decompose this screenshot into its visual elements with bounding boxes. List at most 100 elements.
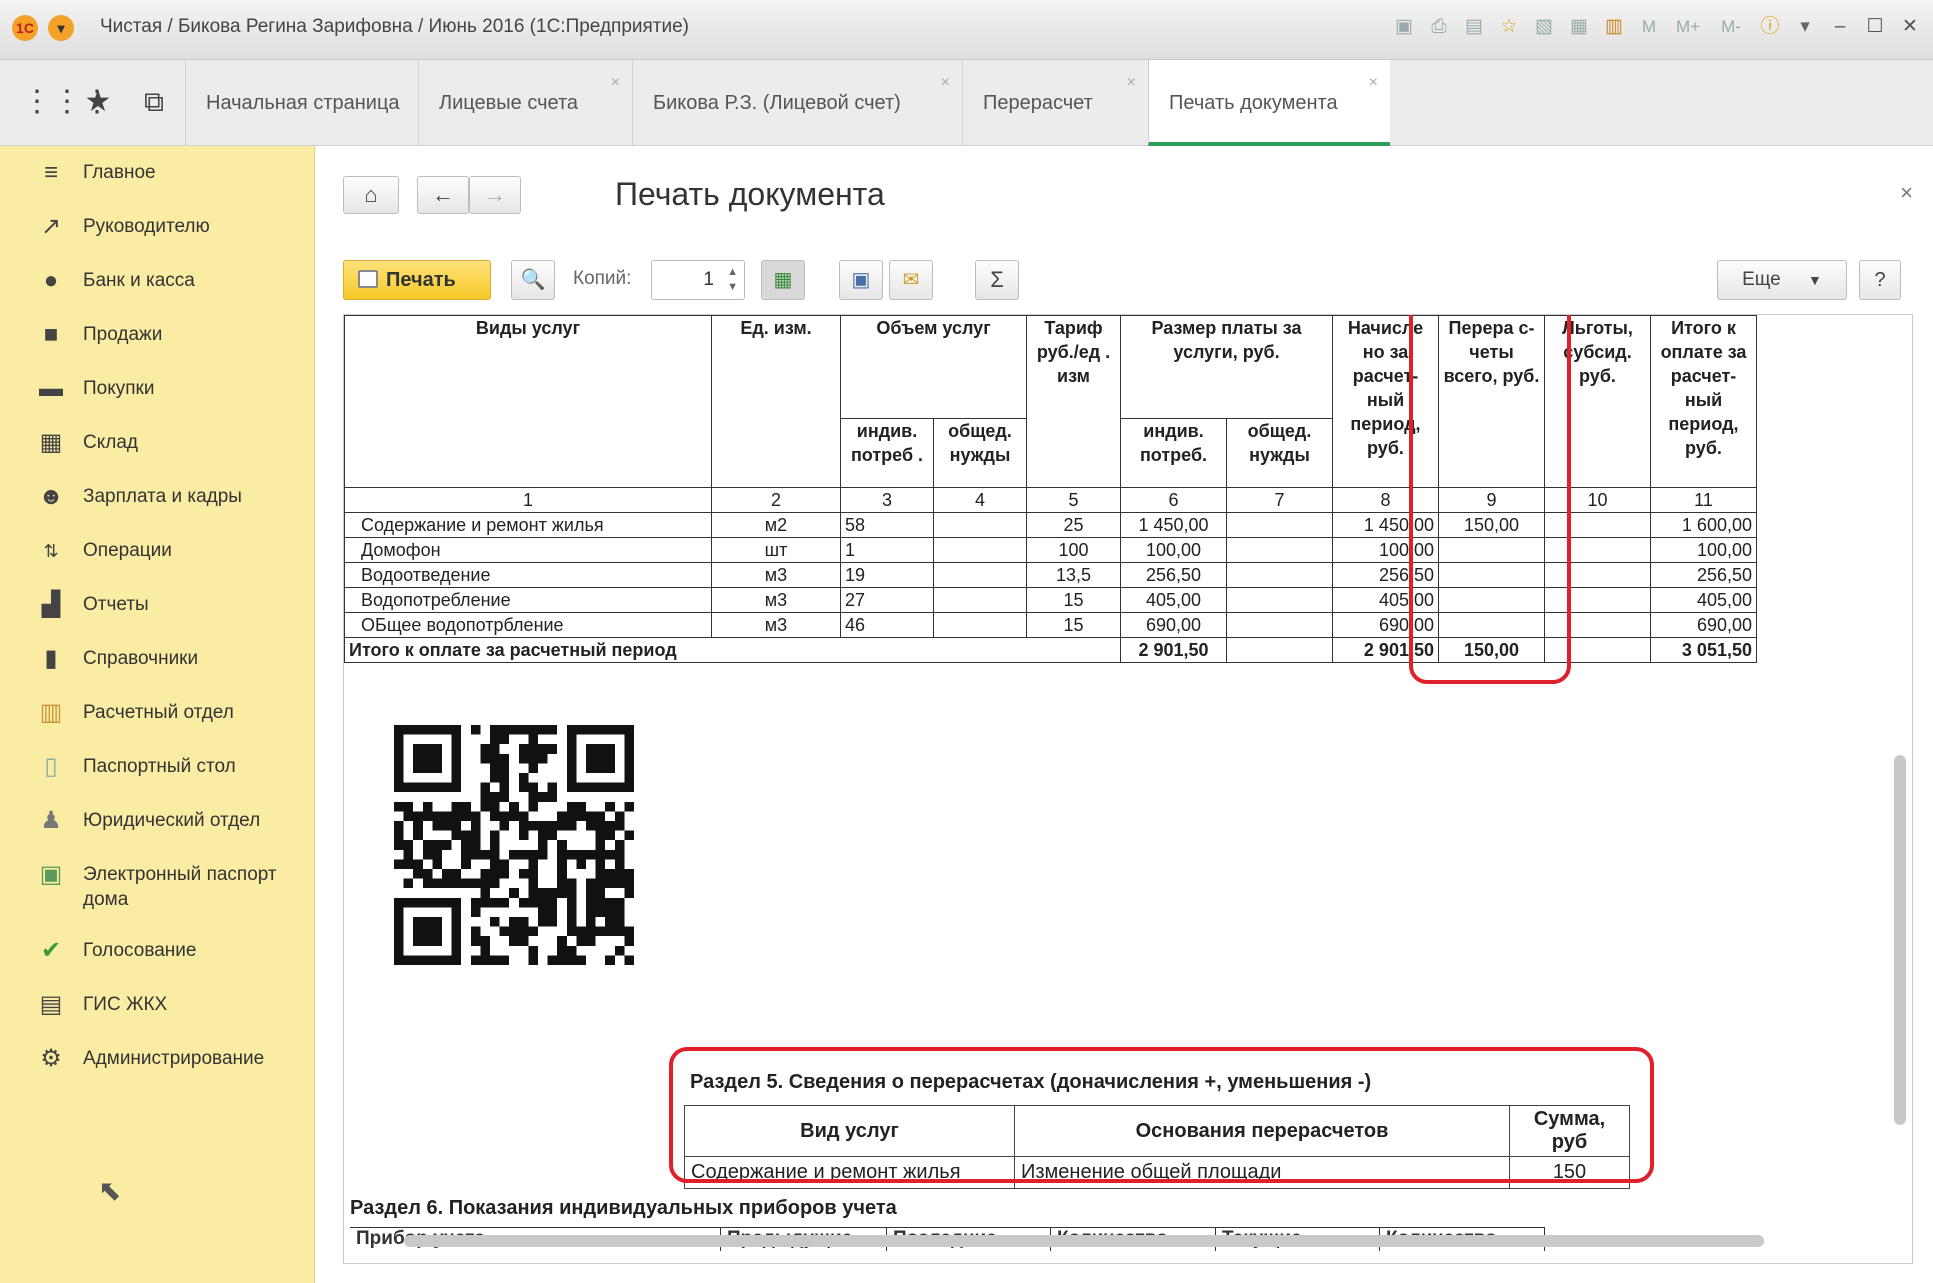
col-number: 2 — [711, 487, 841, 513]
main-menu-icon[interactable]: ▾ — [48, 15, 74, 41]
sidebar-item-admin[interactable]: ⚙ Администрирование — [0, 1032, 315, 1086]
sidebar-item-voting[interactable]: ✔ Голосование — [0, 924, 315, 978]
cell-indiv: 58 — [840, 512, 934, 538]
sidebar-item-legal[interactable]: ♟ Юридический отдел — [0, 794, 315, 848]
totals-pay-indiv: 2 901,50 — [1120, 637, 1227, 663]
print-icon[interactable]: ⎙ — [1426, 12, 1452, 42]
memory-m-button[interactable]: M — [1636, 12, 1662, 42]
info-icon[interactable]: ⓘ — [1757, 12, 1783, 42]
edit-toggle-button[interactable]: ▦ — [761, 260, 805, 300]
sidebar-item-manager[interactable]: ↗ Руководителю — [0, 200, 315, 254]
trend-icon: ↗ — [40, 213, 62, 240]
gear-icon: ⚙ — [40, 1045, 62, 1072]
sidebar: ≡ Главное ↗ Руководителю ● Банк и касса … — [0, 146, 315, 1283]
sidebar-item-main[interactable]: ≡ Главное — [0, 146, 315, 200]
links-icon[interactable]: ▧ — [1531, 12, 1557, 42]
spinner-icon[interactable]: ▲ ▼ — [727, 265, 738, 295]
memory-mminus-button[interactable]: M- — [1714, 12, 1748, 42]
minimize-icon[interactable]: – — [1827, 12, 1853, 42]
sidebar-item-purchases[interactable]: ▬ Покупки — [0, 362, 315, 416]
vote-icon: ✔ — [40, 937, 62, 964]
tab-label: Лицевые счета — [439, 92, 579, 114]
print-button[interactable]: Печать — [343, 260, 491, 300]
person-icon: ☻ — [38, 483, 64, 510]
recalc-highlight — [1409, 315, 1571, 684]
forward-button[interactable]: → — [469, 176, 521, 214]
horizontal-scrollbar[interactable] — [404, 1235, 1764, 1247]
close-icon[interactable]: × — [1369, 40, 1378, 126]
sidebar-item-salary[interactable]: ☻ Зарплата и кадры — [0, 470, 315, 524]
cell-total: 1 600,00 — [1650, 512, 1757, 538]
sidebar-item-billing[interactable]: ▥ Расчетный отдел — [0, 686, 315, 740]
sidebar-item-operations[interactable]: ⇅ Операции — [0, 524, 315, 578]
tab-label: Перерасчет — [983, 92, 1093, 114]
header-volume: Объем услуг — [840, 315, 1027, 420]
copies-input[interactable]: 1 ▲ ▼ — [651, 260, 745, 300]
cell-pay-common — [1226, 512, 1333, 538]
col-number: 7 — [1226, 487, 1333, 513]
more-button[interactable]: Еще ▼ — [1717, 260, 1847, 300]
sidebar-item-catalogs[interactable]: ▮ Справочники — [0, 632, 315, 686]
tab-accounts[interactable]: Лицевые счета × — [418, 60, 632, 146]
close-window-icon[interactable]: ✕ — [1897, 12, 1923, 42]
chevron-down-icon[interactable]: ▾ — [1792, 12, 1818, 42]
calendar-icon[interactable]: ▥ — [1601, 12, 1627, 42]
sidebar-item-label: Склад — [83, 432, 138, 453]
col-number: 6 — [1120, 487, 1227, 513]
maximize-icon[interactable]: ☐ — [1862, 12, 1888, 42]
history-icon[interactable]: ⧉ — [134, 82, 174, 122]
save-icon[interactable]: ▣ — [1391, 12, 1417, 42]
title-bar: 1C ▾ Чистая / Бикова Регина Зарифовна / … — [0, 0, 1933, 60]
header-indiv-consumption: индив. потреб . — [840, 418, 934, 488]
warehouse-icon: ▦ — [39, 429, 63, 456]
cell-total: 256,50 — [1650, 562, 1757, 588]
tab-recalculation[interactable]: Перерасчет × — [962, 60, 1148, 146]
preview-icon[interactable]: ▤ — [1461, 12, 1487, 42]
cell-tariff: 15 — [1026, 587, 1121, 613]
memory-mplus-button[interactable]: M+ — [1671, 12, 1705, 42]
cell-tariff: 100 — [1026, 537, 1121, 563]
help-button[interactable]: ? — [1859, 260, 1901, 300]
close-icon[interactable]: × — [941, 40, 950, 126]
apps-grid-icon[interactable]: ⋮⋮⋮ — [22, 82, 112, 122]
bag-icon: ■ — [43, 321, 59, 348]
cell-service: Содержание и ремонт жилья — [344, 512, 712, 538]
cell-common — [933, 537, 1027, 563]
close-icon[interactable]: × — [1900, 180, 1913, 206]
book-icon: ▮ — [44, 645, 58, 672]
cell-unit: м3 — [711, 587, 841, 613]
email-button[interactable]: ✉ — [889, 260, 933, 300]
favorites-icon[interactable]: ☆ — [1496, 12, 1522, 42]
sum-button[interactable]: Σ — [975, 260, 1019, 300]
spreadsheet-document[interactable]: Виды услуг Ед. изм. Объем услуг Тариф ру… — [343, 314, 1913, 1264]
vertical-scrollbar[interactable] — [1894, 755, 1906, 1125]
tab-account-bikova[interactable]: Бикова Р.З. (Лицевой счет) × — [632, 60, 962, 146]
preview-button[interactable]: 🔍 — [511, 260, 555, 300]
sidebar-item-label: Юридический отдел — [83, 810, 261, 831]
header-indiv-payment: индив. потреб. — [1120, 418, 1227, 488]
calculator-icon[interactable]: ▦ — [1566, 12, 1592, 42]
sidebar-item-gis[interactable]: ▤ ГИС ЖКХ — [0, 978, 315, 1032]
print-label: Печать — [386, 269, 456, 291]
tab-label: Печать документа — [1169, 92, 1338, 114]
passport-icon: ▯ — [44, 753, 58, 780]
building-icon: ▤ — [39, 991, 63, 1018]
sidebar-item-reports[interactable]: ▟ Отчеты — [0, 578, 315, 632]
cell-common — [933, 512, 1027, 538]
cell-common — [933, 587, 1027, 613]
tab-print-document[interactable]: Печать документа × — [1148, 60, 1390, 146]
sidebar-item-sales[interactable]: ■ Продажи — [0, 308, 315, 362]
close-icon[interactable]: × — [1127, 40, 1136, 126]
sidebar-item-passport[interactable]: ▯ Паспортный стол — [0, 740, 315, 794]
col-number: 5 — [1026, 487, 1121, 513]
save-button[interactable]: ▣ — [839, 260, 883, 300]
star-icon[interactable]: ★ — [78, 82, 118, 122]
home-button[interactable]: ⌂ — [343, 176, 399, 214]
app-logo-icon[interactable]: 1C — [12, 15, 38, 41]
sidebar-item-bank[interactable]: ● Банк и касса — [0, 254, 315, 308]
sidebar-item-warehouse[interactable]: ▦ Склад — [0, 416, 315, 470]
close-icon[interactable]: × — [611, 40, 620, 126]
sidebar-item-epassport[interactable]: ▣ Электронный паспорт дома — [0, 848, 315, 914]
tab-home[interactable]: Начальная страница — [185, 60, 418, 146]
back-button[interactable]: ← — [417, 176, 469, 214]
